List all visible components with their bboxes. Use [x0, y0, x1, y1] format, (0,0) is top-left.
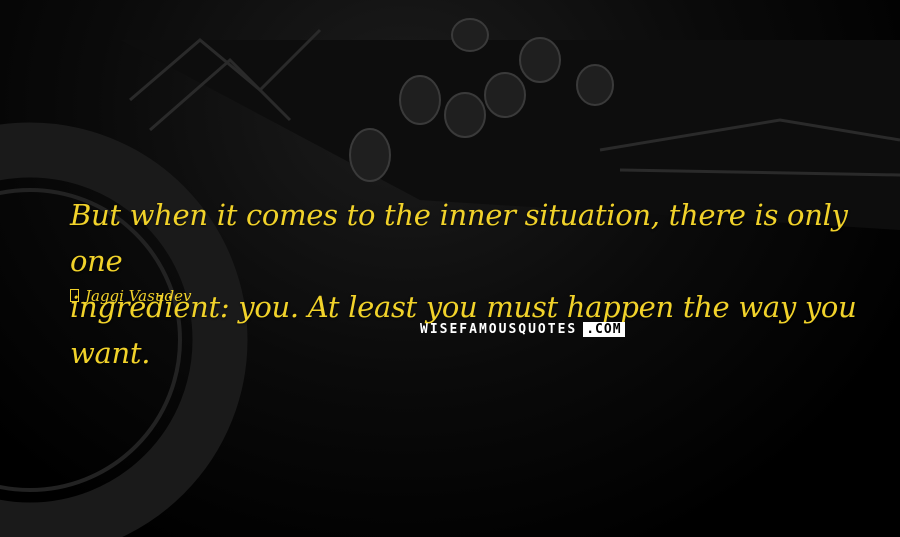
watermark-suffix: .COM — [583, 321, 625, 337]
quote-card: But when it comes to the inner situation… — [0, 0, 900, 537]
author-bullet-icon — [70, 289, 79, 302]
quote-line-1: But when it comes to the inner situation… — [70, 198, 848, 278]
quote-author: Jaggi Vasudev — [70, 286, 191, 306]
watermark-name: WISEFAMOUSQUOTES — [420, 321, 578, 337]
author-name: Jaggi Vasudev — [85, 287, 192, 305]
quote-text: But when it comes to the inner situation… — [70, 192, 870, 376]
watermark-logo: WISEFAMOUSQUOTES .COM — [420, 319, 625, 339]
